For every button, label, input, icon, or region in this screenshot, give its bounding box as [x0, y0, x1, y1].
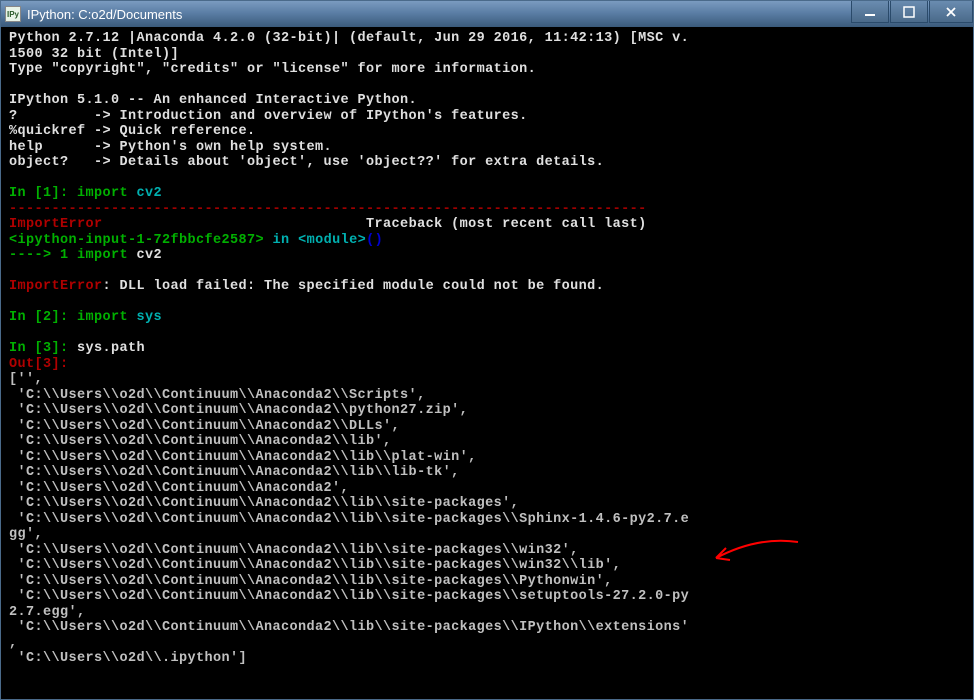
module-name: cv2 — [137, 186, 163, 201]
module-name: cv2 — [137, 248, 163, 263]
close-icon — [945, 6, 957, 18]
keyword: import — [77, 310, 137, 325]
console-window: IPy IPython: C:o2d/Documents Python 2.7.… — [0, 0, 974, 700]
traceback-label: Traceback (most recent call last) — [103, 217, 647, 232]
close-button[interactable] — [929, 1, 973, 23]
in-prompt: In [2]: — [9, 310, 77, 325]
traceback-source: <ipython-input-1-72fbbcfe2587> — [9, 233, 264, 248]
error-name: ImportError — [9, 279, 103, 294]
in-prompt: In [1]: — [9, 186, 77, 201]
maximize-button[interactable] — [890, 1, 928, 23]
titlebar[interactable]: IPy IPython: C:o2d/Documents — [1, 1, 973, 27]
banner-line: ? -> Introduction and overview of IPytho… — [9, 109, 528, 124]
code: sys.path — [77, 341, 145, 356]
out-prompt: Out[3]: — [9, 357, 77, 372]
window-controls — [850, 1, 973, 27]
traceback-scope: <module> — [298, 233, 366, 248]
keyword: import — [69, 248, 137, 263]
banner-line: object? -> Details about 'object', use '… — [9, 155, 604, 170]
banner-line: Type "copyright", "credits" or "license"… — [9, 62, 536, 77]
window-title: IPython: C:o2d/Documents — [27, 7, 850, 22]
error-name: ImportError — [9, 217, 103, 232]
banner-line: 1500 32 bit (Intel)] — [9, 47, 179, 62]
module-name: sys — [137, 310, 163, 325]
banner-line: IPython 5.1.0 -- An enhanced Interactive… — [9, 93, 417, 108]
syspath-output: ['', 'C:\\Users\\o2d\\Continuum\\Anacond… — [9, 372, 689, 666]
in-prompt: In [3]: — [9, 341, 77, 356]
app-icon: IPy — [5, 6, 21, 22]
terminal-output[interactable]: Python 2.7.12 |Anaconda 4.2.0 (32-bit)| … — [1, 27, 973, 699]
error-message: : DLL load failed: The specified module … — [103, 279, 605, 294]
traceback-dashes: ----------------------------------------… — [9, 202, 647, 217]
keyword: import — [77, 186, 137, 201]
banner-line: %quickref -> Quick reference. — [9, 124, 256, 139]
banner-line: Python 2.7.12 |Anaconda 4.2.0 (32-bit)| … — [9, 31, 689, 46]
banner-line: help -> Python's own help system. — [9, 140, 332, 155]
minimize-icon — [864, 6, 876, 18]
traceback-in: in — [264, 233, 298, 248]
minimize-button[interactable] — [851, 1, 889, 23]
maximize-icon — [903, 6, 915, 18]
traceback-arrow: ----> 1 — [9, 248, 69, 263]
traceback-parens: () — [366, 233, 383, 248]
